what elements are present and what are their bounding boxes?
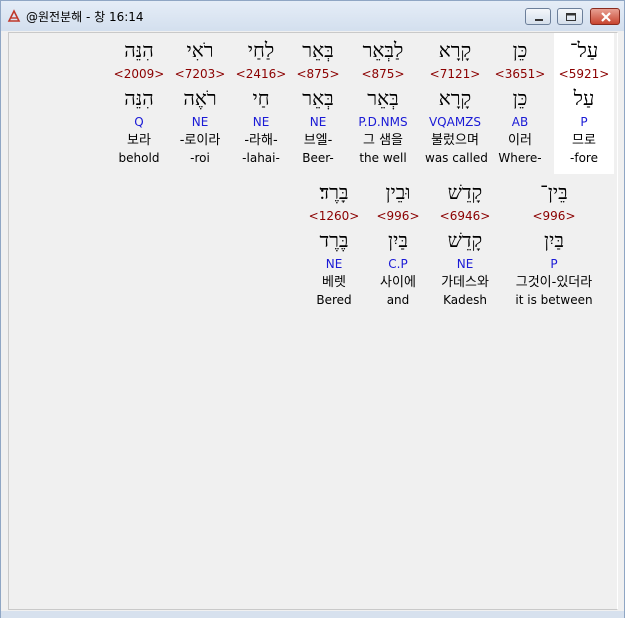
- hebrew-lemma: בַּיִן: [544, 228, 564, 252]
- english-gloss: -lahai-: [242, 151, 280, 165]
- english-gloss: it is between: [515, 293, 593, 307]
- morph-code[interactable]: NE: [430, 257, 500, 271]
- strong-number[interactable]: <7121>: [425, 67, 485, 81]
- hebrew-lemma: כֵּן: [512, 86, 528, 110]
- morph-code[interactable]: VQAMZS: [425, 115, 485, 129]
- korean-gloss: 가데스와: [441, 275, 489, 290]
- hebrew-lemma: קָרָא: [438, 86, 472, 110]
- english-gloss: -fore: [570, 151, 598, 165]
- english-gloss: behold: [118, 151, 160, 165]
- english-gloss: Bered: [316, 293, 352, 307]
- hebrew-lemma: בְּאֵר: [367, 86, 399, 110]
- window-bottom-border: [1, 611, 624, 618]
- english-gloss: the well: [359, 151, 407, 165]
- korean-gloss: 므로: [572, 133, 596, 148]
- morph-code[interactable]: P: [554, 115, 614, 129]
- window-title: @원전분해 - 창 16:14: [26, 10, 144, 24]
- korean-gloss: 사이에: [380, 275, 416, 290]
- morph-code[interactable]: Q: [109, 115, 169, 129]
- english-gloss: was called: [425, 151, 488, 165]
- korean-gloss: 그 샘을: [362, 133, 403, 148]
- hebrew-word: עַל־: [569, 38, 599, 62]
- minimize-button[interactable]: [525, 8, 551, 25]
- word-cell[interactable]: בֵּין־ <996> בַּיִן P 그것이-있더라 it is betw…: [504, 175, 604, 316]
- morph-code[interactable]: P: [504, 257, 604, 271]
- word-cell[interactable]: וּבֵין <996> בַּיִן C.P 사이에 and: [368, 175, 428, 316]
- maximize-icon: [566, 13, 576, 21]
- hebrew-word: בְּאֵר: [302, 38, 334, 62]
- strong-number[interactable]: <996>: [504, 209, 604, 223]
- minimize-icon: [535, 19, 543, 21]
- maximize-button[interactable]: [557, 8, 583, 25]
- strong-number[interactable]: <5921>: [554, 67, 614, 81]
- word-cell[interactable]: כֵּן <3651> כֵּן AB 이러 Where-: [490, 33, 550, 174]
- korean-gloss: -라해-: [244, 133, 278, 148]
- morph-code[interactable]: NE: [170, 115, 230, 129]
- hebrew-word: קָרָא: [438, 38, 472, 62]
- morph-code[interactable]: C.P: [368, 257, 428, 271]
- morph-code[interactable]: NE: [231, 115, 291, 129]
- hebrew-lemma: קָדֵשׁ: [447, 228, 483, 252]
- strong-number[interactable]: <2009>: [109, 67, 169, 81]
- english-gloss: -roi: [190, 151, 210, 165]
- morph-code[interactable]: P.D.NMS: [353, 115, 413, 129]
- hebrew-lemma: עַל: [573, 86, 595, 110]
- close-button[interactable]: [590, 8, 620, 25]
- hebrew-word: כֵּן: [512, 38, 528, 62]
- korean-gloss: 브엘-: [303, 133, 333, 148]
- word-cell[interactable]: לַחַי <2416> חַי NE -라해- -lahai-: [231, 33, 291, 174]
- hebrew-lemma: חַי: [252, 86, 270, 110]
- hebrew-lemma: הִנֵּה: [124, 86, 154, 110]
- hebrew-lemma: בַּיִן: [388, 228, 408, 252]
- strong-number[interactable]: <875>: [288, 67, 348, 81]
- korean-gloss: 그것이-있더라: [515, 275, 593, 290]
- word-cell[interactable]: לַבְּאֵר <875> בְּאֵר P.D.NMS 그 샘을 the w…: [353, 33, 413, 174]
- korean-gloss: -로이라: [179, 133, 221, 148]
- korean-gloss: 보라: [127, 133, 151, 148]
- strong-number[interactable]: <7203>: [170, 67, 230, 81]
- word-cell[interactable]: בְּאֵר <875> בְּאֵר NE 브엘- Beer-: [288, 33, 348, 174]
- title-bar[interactable]: @원전분해 - 창 16:14: [1, 1, 624, 31]
- hebrew-word: קָדֵשׁ: [447, 180, 483, 204]
- strong-number[interactable]: <2416>: [231, 67, 291, 81]
- strong-number[interactable]: <1260>: [304, 209, 364, 223]
- korean-gloss: 이러: [508, 133, 532, 148]
- word-cell[interactable]: רֹאִי <7203> רֹאֶה NE -로이라 -roi: [170, 33, 230, 174]
- strong-number[interactable]: <996>: [368, 209, 428, 223]
- interlinear-panel: עַל־ <5921> עַל P 므로 -fore כֵּן <3651> כ…: [8, 32, 618, 610]
- word-cell[interactable]: קָדֵשׁ <6946> קָדֵשׁ NE 가데스와 Kadesh: [430, 175, 500, 316]
- hebrew-word: בֵּין־: [540, 180, 568, 204]
- hebrew-word: וּבֵין: [385, 180, 411, 204]
- word-cell[interactable]: הִנֵּה <2009> הִנֵּה Q 보라 behold: [109, 33, 169, 174]
- morph-code[interactable]: NE: [288, 115, 348, 129]
- morph-code[interactable]: AB: [490, 115, 550, 129]
- english-gloss: and: [386, 293, 410, 307]
- english-gloss: Kadesh: [443, 293, 487, 307]
- app-window: @원전분해 - 창 16:14 עַל־ <5921> עַל P 므로 -fo…: [0, 0, 625, 618]
- strong-number[interactable]: <875>: [353, 67, 413, 81]
- app-icon: [7, 8, 21, 22]
- hebrew-word: רֹאִי: [186, 38, 214, 62]
- word-cell[interactable]: קָרָא <7121> קָרָא VQAMZS 불렀으며 was calle…: [425, 33, 488, 174]
- morph-code[interactable]: NE: [304, 257, 364, 271]
- korean-gloss: 베렛: [322, 275, 346, 290]
- hebrew-word: לַבְּאֵר: [362, 38, 404, 62]
- close-icon: [601, 12, 611, 22]
- word-cell[interactable]: בָּרֶד׃ <1260> בֶּרֶד NE 베렛 Bered: [304, 175, 364, 316]
- hebrew-lemma: בְּאֵר: [302, 86, 334, 110]
- hebrew-lemma: בֶּרֶד: [319, 228, 349, 252]
- strong-number[interactable]: <6946>: [430, 209, 500, 223]
- strong-number[interactable]: <3651>: [490, 67, 550, 81]
- hebrew-word: הִנֵּה: [124, 38, 154, 62]
- english-gloss: Beer-: [302, 151, 334, 165]
- hebrew-word: בָּרֶד׃: [319, 180, 349, 204]
- hebrew-lemma: רֹאֶה: [183, 86, 217, 110]
- english-gloss: Where-: [498, 151, 542, 165]
- word-cell[interactable]: עַל־ <5921> עַל P 므로 -fore: [554, 33, 614, 174]
- hebrew-word: לַחַי: [247, 38, 275, 62]
- korean-gloss: 불렀으며: [431, 133, 479, 148]
